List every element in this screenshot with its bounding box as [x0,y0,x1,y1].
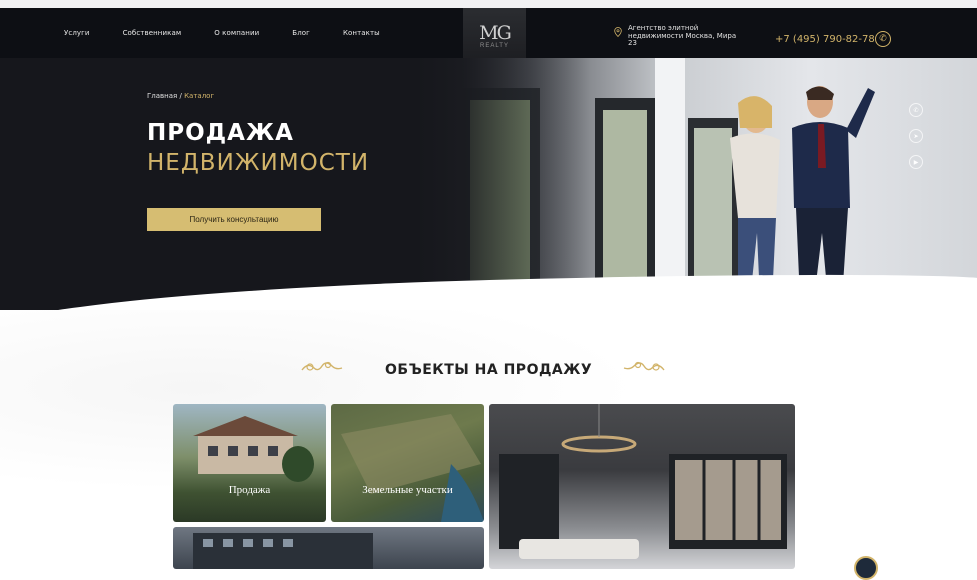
site-logo[interactable]: MG REALTY [463,8,526,64]
location-pin-icon [614,27,622,37]
address-text: Агентство элитной недвижимости Москва, М… [628,24,737,47]
logo-mark: MG [479,21,512,44]
nav-about[interactable]: О компании [214,29,259,37]
nav-blog[interactable]: Блог [292,29,310,37]
top-strip [0,0,977,8]
card-label-land: Земельные участки [362,484,453,496]
breadcrumb: Главная / Каталог [147,92,214,100]
section-title: ОБЪЕКТЫ НА ПРОДАЖУ [385,362,593,378]
telegram-icon[interactable]: ➤ [909,129,923,143]
category-card-sale[interactable]: Продажа [173,404,326,522]
chat-avatar-button[interactable] [854,556,878,580]
consultation-button[interactable]: Получить консультацию [147,208,321,231]
page-title-line2: НЕДВИЖИМОСТИ [147,150,370,176]
page-title-line1: ПРОДАЖА [147,120,294,146]
phone-icon[interactable]: ✆ [875,31,891,47]
hero-gradient-overlay [360,58,590,310]
phone-number[interactable]: +7 (495) 790-82-78 [775,34,875,45]
nav-services[interactable]: Услуги [64,29,90,37]
category-card-land[interactable]: Земельные участки [331,404,484,522]
address-block: Агентство элитной недвижимости Москва, М… [614,24,742,48]
main-nav: Услуги Собственникам О компании Блог Кон… [64,8,413,58]
logo-subtitle: REALTY [480,42,509,49]
nav-owners[interactable]: Собственникам [123,29,182,37]
category-card-interior[interactable] [489,404,795,569]
site-header: Услуги Собственникам О компании Блог Кон… [0,8,977,64]
card-image-land-plots [341,414,484,522]
youtube-icon[interactable]: ▶ [909,155,923,169]
card-image-residential-building [193,533,373,569]
phone-social-icon[interactable]: ✆ [909,103,923,117]
left-ornament-icon [301,361,343,371]
category-card-building[interactable] [173,527,484,569]
breadcrumb-home[interactable]: Главная [147,92,177,100]
breadcrumb-current: Каталог [184,92,215,100]
right-ornament-icon [623,361,665,371]
card-image-penthouse-interior [499,404,787,559]
breadcrumb-separator: / [179,92,182,100]
card-label-sale: Продажа [228,484,271,496]
nav-contacts[interactable]: Контакты [343,29,380,37]
card-image-mansion [193,416,314,482]
